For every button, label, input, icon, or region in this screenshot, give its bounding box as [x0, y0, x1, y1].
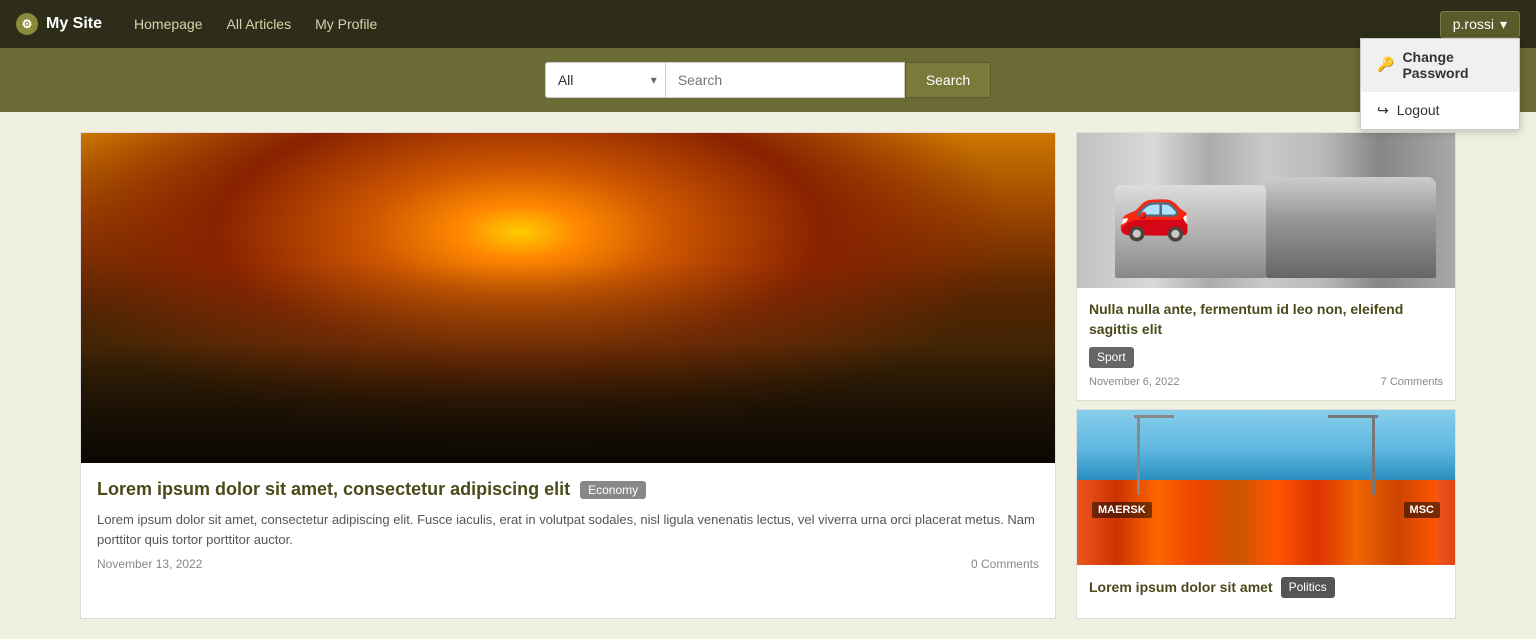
- dropdown-arrow-icon: ▾: [1500, 16, 1507, 33]
- nav-all-articles[interactable]: All Articles: [227, 16, 292, 32]
- nav-homepage[interactable]: Homepage: [134, 16, 203, 32]
- featured-excerpt: Lorem ipsum dolor sit amet, consectetur …: [97, 510, 1039, 549]
- brand[interactable]: ⚙ My Site: [16, 13, 102, 35]
- sidebar-card-1: Nulla nulla ante, fermentum id leo non, …: [1076, 132, 1456, 401]
- category-select[interactable]: All Economy Sport Politics: [545, 62, 665, 98]
- sidebar-meta-1: November 6, 2022 7 Comments: [1089, 376, 1443, 388]
- sidebar-title-1: Nulla nulla ante, fermentum id leo non, …: [1089, 300, 1443, 368]
- nav-links: Homepage All Articles My Profile: [134, 16, 377, 32]
- user-menu: p.rossi ▾ 🔑 Change Password ↪ Logout: [1440, 11, 1520, 38]
- featured-meta: November 13, 2022 0 Comments: [97, 557, 1039, 571]
- featured-tag: Economy: [580, 481, 646, 499]
- sidebar-tag-2: Politics: [1281, 577, 1335, 598]
- sidebar-title-2: Lorem ipsum dolor sit amet Politics: [1089, 577, 1443, 598]
- sidebar-card-2: MAERSK MSC Lorem ipsum dolor sit amet Po…: [1076, 409, 1456, 619]
- change-password-label: Change Password: [1402, 49, 1503, 81]
- user-dropdown-button[interactable]: p.rossi ▾: [1440, 11, 1520, 38]
- search-input[interactable]: [665, 62, 905, 98]
- featured-comments: 0 Comments: [971, 557, 1039, 571]
- sidebar-title-text-2: Lorem ipsum dolor sit amet: [1089, 578, 1273, 598]
- key-icon: 🔑: [1377, 56, 1394, 73]
- featured-image: [81, 133, 1055, 463]
- search-bar: All Economy Sport Politics Search: [0, 48, 1536, 112]
- sidebar-body-1: Nulla nulla ante, fermentum id leo non, …: [1077, 288, 1455, 400]
- main-content: Lorem ipsum dolor sit amet, consectetur …: [0, 112, 1536, 639]
- sidebar-articles: Nulla nulla ante, fermentum id leo non, …: [1076, 132, 1456, 619]
- nav-my-profile[interactable]: My Profile: [315, 16, 377, 32]
- sidebar-date-1: November 6, 2022: [1089, 376, 1180, 388]
- featured-image-inner: [81, 133, 1055, 463]
- logout-label: Logout: [1397, 102, 1440, 118]
- search-button[interactable]: Search: [905, 62, 991, 98]
- sidebar-image-1: [1077, 133, 1455, 288]
- sidebar-tag-1: Sport: [1089, 347, 1134, 368]
- username-label: p.rossi: [1453, 16, 1494, 32]
- logout-item[interactable]: ↪ Logout: [1361, 92, 1519, 129]
- user-dropdown-menu: 🔑 Change Password ↪ Logout: [1360, 38, 1520, 130]
- sidebar-comments-1: 7 Comments: [1381, 376, 1443, 388]
- logout-icon: ↪: [1377, 102, 1389, 119]
- featured-title: Lorem ipsum dolor sit amet, consectetur …: [97, 479, 1039, 500]
- brand-icon: ⚙: [16, 13, 38, 35]
- sidebar-title-text-1: Nulla nulla ante, fermentum id leo non, …: [1089, 300, 1443, 339]
- navbar: ⚙ My Site Homepage All Articles My Profi…: [0, 0, 1536, 48]
- featured-body: Lorem ipsum dolor sit amet, consectetur …: [81, 463, 1055, 587]
- search-category-wrap: All Economy Sport Politics: [545, 62, 665, 98]
- sidebar-image-2: MAERSK MSC: [1077, 410, 1455, 565]
- cars-image: [1077, 133, 1455, 288]
- featured-title-text: Lorem ipsum dolor sit amet, consectetur …: [97, 479, 570, 500]
- featured-date: November 13, 2022: [97, 557, 202, 571]
- brand-name: My Site: [46, 15, 102, 33]
- featured-article: Lorem ipsum dolor sit amet, consectetur …: [80, 132, 1056, 619]
- change-password-item[interactable]: 🔑 Change Password: [1361, 39, 1519, 92]
